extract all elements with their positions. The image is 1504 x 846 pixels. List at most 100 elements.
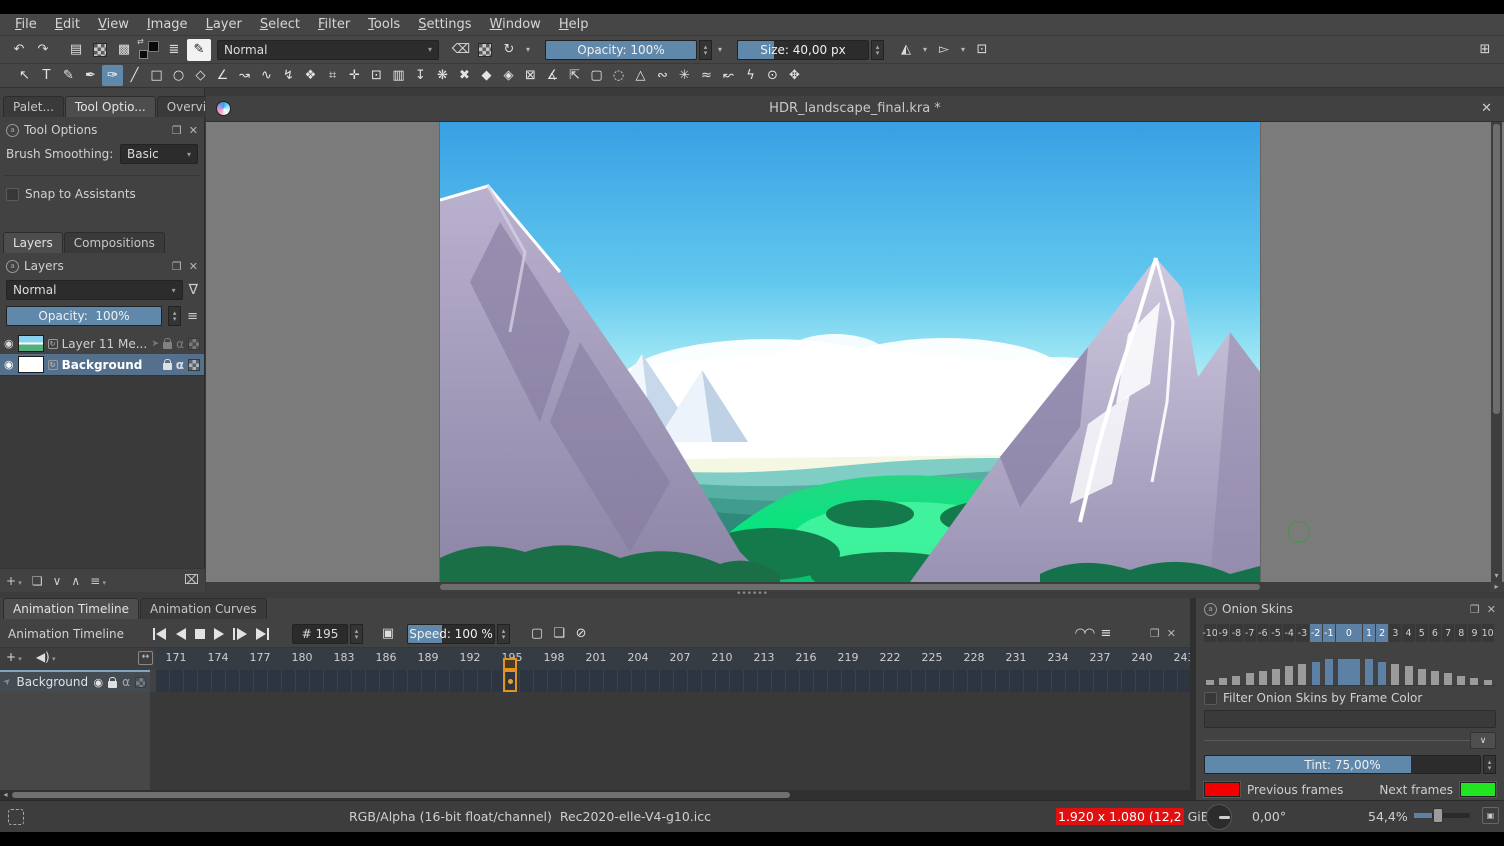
- previous-frame-button[interactable]: [174, 628, 188, 640]
- tab-palette[interactable]: Palet...: [3, 96, 64, 117]
- tool-zoom-icon[interactable]: ⊙: [762, 65, 783, 86]
- horizontal-scrollbar[interactable]: ▸: [206, 582, 1490, 592]
- duplicate-frame-icon[interactable]: ❏: [548, 623, 570, 645]
- onion-bar-cell--7[interactable]: [1244, 673, 1256, 685]
- tool-rect-select-icon[interactable]: ▢: [586, 65, 607, 86]
- tool-polygonal-select-icon[interactable]: △: [630, 65, 651, 86]
- menu-item-file[interactable]: File: [6, 15, 46, 34]
- frame-label-207[interactable]: 207: [659, 651, 701, 664]
- onion-number-2[interactable]: 2: [1376, 624, 1388, 642]
- vertical-scrollbar[interactable]: ▾: [1491, 122, 1502, 582]
- tool-crop-icon[interactable]: ⊡: [366, 65, 387, 86]
- current-frame-cell[interactable]: [503, 670, 517, 692]
- timeline-layer-row[interactable]: ➤ Background ◉ α: [0, 670, 1190, 692]
- onion-bar-cell-2[interactable]: [1376, 662, 1388, 685]
- redo-icon[interactable]: ↷: [32, 39, 54, 61]
- preserve-alpha-icon[interactable]: [474, 39, 496, 61]
- alpha-lock-icon[interactable]: α: [176, 337, 184, 351]
- zoom-fit-timeline-icon[interactable]: ↔: [138, 651, 153, 665]
- onion-number--5[interactable]: -5: [1270, 624, 1282, 642]
- tool-colorize-mask-icon[interactable]: ❋: [432, 65, 453, 86]
- scroll-right-icon[interactable]: ▸: [1491, 582, 1502, 592]
- onion-opacity-bar-10[interactable]: [1484, 680, 1492, 685]
- onion-number-7[interactable]: 7: [1442, 624, 1454, 642]
- docker-lock-icon[interactable]: a: [6, 124, 19, 137]
- frame-ruler[interactable]: 1711741771801831861891921951982012042072…: [155, 648, 1190, 670]
- tab-tool-options[interactable]: Tool Optio...: [65, 96, 156, 117]
- frame-number-spinner[interactable]: ▴▾: [350, 624, 363, 644]
- onion-number-1[interactable]: 1: [1363, 624, 1375, 642]
- tool-pan-icon[interactable]: ✥: [784, 65, 805, 86]
- next-frame-button[interactable]: [232, 628, 248, 640]
- close-document-icon[interactable]: ✕: [1481, 101, 1492, 116]
- frame-label-174[interactable]: 174: [197, 651, 239, 664]
- menu-item-layer[interactable]: Layer: [197, 15, 251, 34]
- menu-item-image[interactable]: Image: [138, 15, 197, 34]
- onion-number-6[interactable]: 6: [1429, 624, 1441, 642]
- speed-spinner[interactable]: ▴▾: [497, 624, 510, 644]
- close-docker-icon[interactable]: ✕: [1487, 603, 1496, 616]
- previous-frames-color-swatch[interactable]: [1204, 782, 1240, 797]
- onion-opacity-bar--2[interactable]: [1312, 662, 1320, 685]
- onion-opacity-bar--4[interactable]: [1285, 666, 1293, 685]
- onion-opacity-bar-9[interactable]: [1470, 678, 1478, 685]
- onion-bar-cell--6[interactable]: [1257, 671, 1269, 685]
- tool-move-icon[interactable]: ✛: [344, 65, 365, 86]
- onion-bar-cell-8[interactable]: [1455, 676, 1467, 685]
- onion-bar-cell-10[interactable]: [1482, 680, 1494, 685]
- tool-measure-icon[interactable]: ∡: [542, 65, 563, 86]
- mirror-view-icon[interactable]: ◭: [895, 39, 917, 61]
- lock-icon[interactable]: [108, 681, 117, 688]
- onion-opacity-bar-2[interactable]: [1378, 662, 1386, 685]
- gradients-icon[interactable]: ▤: [65, 39, 87, 61]
- onion-opacity-bar-1[interactable]: [1365, 659, 1373, 685]
- selection-tool-status-icon[interactable]: [8, 809, 24, 825]
- visibility-eye-icon[interactable]: ◉: [4, 337, 14, 350]
- trim-canvas-icon[interactable]: ⊡: [971, 39, 993, 61]
- float-docker-icon[interactable]: ❐: [172, 124, 182, 137]
- tab-layers[interactable]: Layers: [3, 232, 63, 253]
- lock-icon[interactable]: [163, 342, 172, 349]
- frame-label-204[interactable]: 204: [617, 651, 659, 664]
- wrap-around-icon[interactable]: ▻: [933, 39, 955, 61]
- tool-assistants-icon[interactable]: ⊠: [520, 65, 541, 86]
- onion-opacity-bar-4[interactable]: [1405, 666, 1413, 685]
- brush-presets-icon[interactable]: ≣: [163, 39, 185, 61]
- onion-opacity-bar-6[interactable]: [1431, 671, 1439, 685]
- layer-blend-combobox[interactable]: Normal ▾: [6, 280, 183, 300]
- onion-number-3[interactable]: 3: [1389, 624, 1401, 642]
- docker-lock-icon[interactable]: a: [1204, 603, 1217, 616]
- tool-select-shapes-icon[interactable]: ↖: [14, 65, 35, 86]
- frame-label-201[interactable]: 201: [575, 651, 617, 664]
- onion-number--6[interactable]: -6: [1257, 624, 1269, 642]
- onion-bar-cell-4[interactable]: [1402, 666, 1414, 685]
- tool-contiguous-select-icon[interactable]: ✳: [674, 65, 695, 86]
- play-button[interactable]: [212, 628, 226, 640]
- onion-opacity-bar-7[interactable]: [1444, 673, 1452, 685]
- menu-item-tools[interactable]: Tools: [359, 15, 409, 34]
- onion-bar-cell-5[interactable]: [1416, 669, 1428, 685]
- add-layer-button[interactable]: + ▾: [6, 574, 22, 588]
- timeline-frame-cells[interactable]: [155, 670, 1190, 692]
- tool-bezier-select-icon[interactable]: ↜: [718, 65, 739, 86]
- frame-label-243[interactable]: 243: [1163, 651, 1190, 664]
- chevron-down-icon[interactable]: ▾: [714, 39, 726, 61]
- menu-item-edit[interactable]: Edit: [46, 15, 89, 34]
- pin-icon[interactable]: ➤: [2, 676, 14, 688]
- inherit-alpha-icon[interactable]: [188, 338, 200, 350]
- spin-down-icon[interactable]: ▾: [704, 50, 708, 56]
- docker-lock-icon[interactable]: a: [6, 260, 19, 273]
- tool-edit-shapes-icon[interactable]: ✎: [58, 65, 79, 86]
- tool-magnetic-select-icon[interactable]: ϟ: [740, 65, 761, 86]
- onion-bar-cell--8[interactable]: [1230, 676, 1242, 685]
- onion-bar-cell-6[interactable]: [1429, 671, 1441, 685]
- add-animation-layer-button[interactable]: + ▾: [6, 650, 22, 664]
- skip-to-start-button[interactable]: [152, 628, 168, 640]
- float-docker-icon[interactable]: ❐: [1470, 603, 1480, 616]
- tool-text-icon[interactable]: T: [36, 65, 57, 86]
- eraser-icon[interactable]: ⌫: [450, 39, 472, 61]
- vertical-scrollbar-thumb[interactable]: [1493, 124, 1500, 414]
- frame-label-222[interactable]: 222: [869, 651, 911, 664]
- lock-icon[interactable]: [163, 363, 172, 370]
- frame-label-216[interactable]: 216: [785, 651, 827, 664]
